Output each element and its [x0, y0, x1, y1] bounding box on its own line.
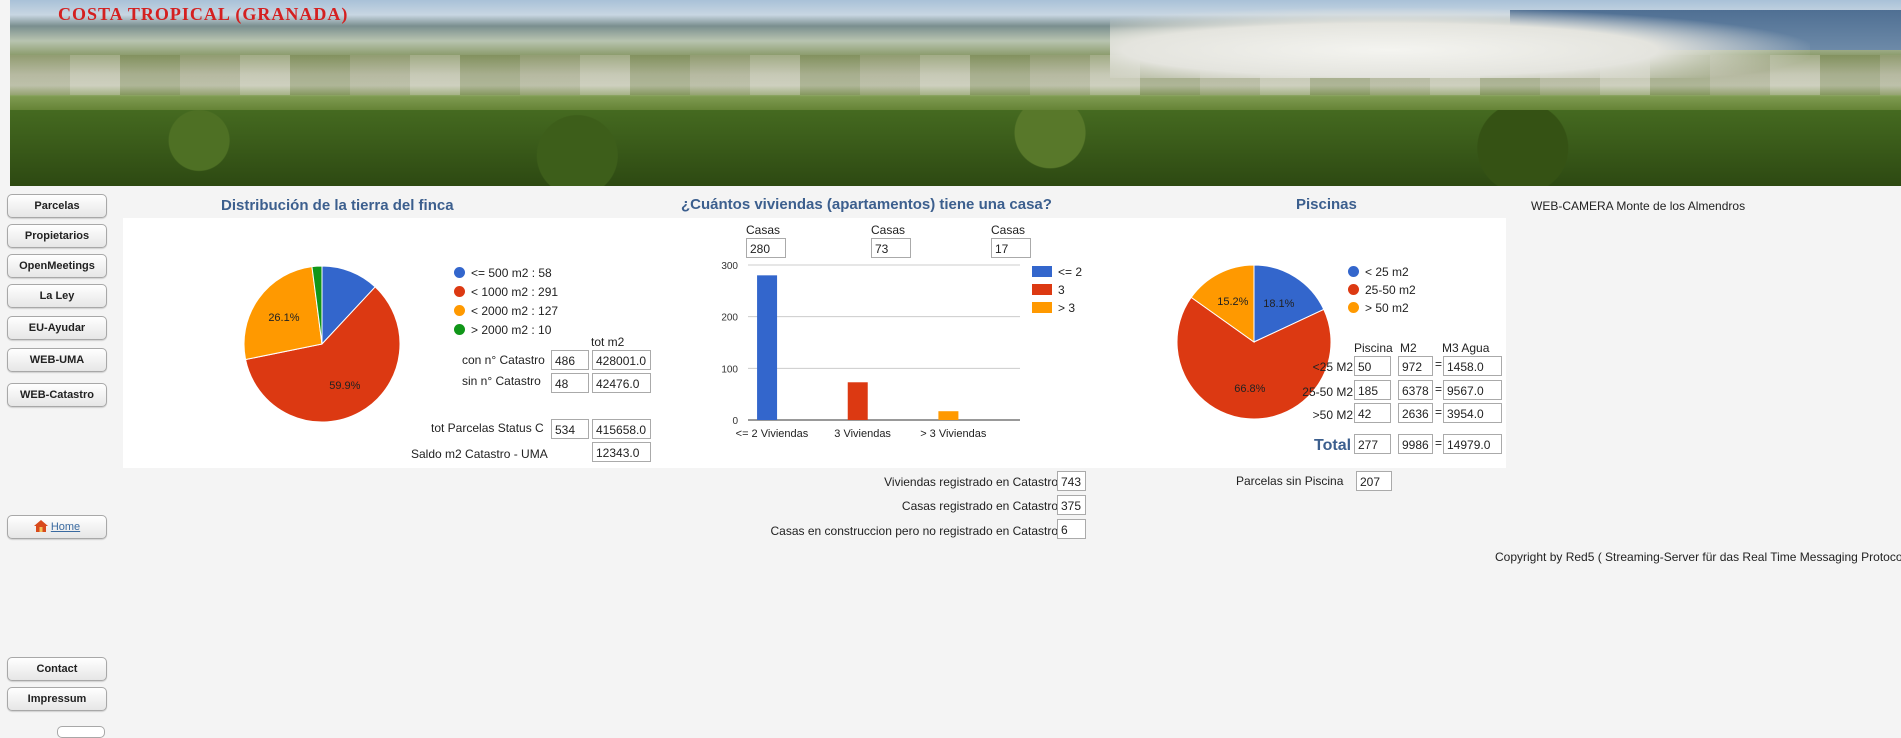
piscina-m3: 1458.0	[1443, 356, 1502, 376]
m3-header: M3 Agua	[1442, 341, 1490, 355]
nav-la-ley-button[interactable]: La Ley	[7, 284, 107, 308]
bar-y-tick-label: 200	[721, 313, 738, 324]
piscina-row-label: <25 M2	[1312, 360, 1353, 374]
sin-catastro-count: 48	[551, 373, 589, 393]
nav-eu-ayudar-button[interactable]: EU-Ayudar	[7, 316, 107, 340]
sidebar-extra-button[interactable]	[57, 726, 105, 738]
nav-web-uma-button[interactable]: WEB-UMA	[7, 348, 107, 372]
webcam-label: WEB-CAMERA Monte de los Almendros	[1531, 199, 1746, 213]
bar-y-tick-label: 0	[732, 416, 738, 427]
contact-button[interactable]: Contact	[7, 657, 107, 681]
con-catastro-count: 486	[551, 350, 589, 370]
total-m3: 14979.0	[1443, 434, 1502, 454]
header-banner-image	[10, 0, 1901, 186]
piscina-m2: 6378	[1398, 380, 1433, 400]
casas-registrado-value: 375	[1057, 495, 1086, 515]
pie2-slice-label: 66.8%	[1234, 383, 1265, 395]
casas-construccion-label: Casas en construccion pero no registrado…	[770, 524, 1059, 538]
m2-header: M2	[1400, 341, 1417, 355]
casas-registrado-label: Casas registrado en Catastro	[901, 499, 1058, 513]
piscina-m3: 9567.0	[1443, 380, 1502, 400]
bar-legend-item: <= 2	[1032, 265, 1082, 279]
bar-mark	[847, 382, 868, 420]
viviendas-registrado-value: 743	[1057, 471, 1086, 491]
nav-openmeetings-button[interactable]: OpenMeetings	[7, 254, 107, 278]
nav-propietarios-button[interactable]: Propietarios	[7, 224, 107, 248]
bar-mark	[938, 411, 959, 420]
pie2-legend-item: 25-50 m2	[1348, 283, 1416, 297]
piscina-count: 185	[1354, 380, 1391, 400]
casas-label: Casas	[991, 223, 1026, 237]
viviendas-registrado-label: Viviendas registrado en Catastro	[884, 475, 1058, 489]
home-label: Home	[50, 521, 81, 533]
bar-legend-item: > 3	[1032, 301, 1075, 315]
casas-label: Casas	[746, 223, 781, 237]
pie2-legend-item: < 25 m2	[1348, 265, 1409, 279]
equals-sign: =	[1435, 436, 1443, 450]
pie2-slice-label: 18.1%	[1263, 298, 1294, 310]
parcelas-sin-piscina-value: 207	[1356, 471, 1392, 491]
bar-x-tick-label: > 3 Viviendas	[920, 428, 987, 440]
equals-sign: =	[1435, 382, 1443, 396]
tot-parcelas-count: 534	[551, 419, 589, 439]
casas-label: Casas	[871, 223, 906, 237]
pie1-legend-item: < 2000 m2 : 127	[454, 304, 558, 318]
land-distribution-pie-chart: 59.9% 26.1%	[243, 265, 401, 423]
casas-construccion-value: 6	[1057, 519, 1086, 539]
sin-catastro-label: sin n° Catastro	[462, 374, 541, 388]
piscina-m2: 2636	[1398, 403, 1433, 423]
pie1-legend-item: <= 500 m2 : 58	[454, 266, 552, 280]
section2-title: ¿Cuántos viviendas (apartamentos) tiene …	[681, 196, 1052, 213]
tot-parcelas-m2: 415658.0	[592, 419, 651, 439]
piscina-m2: 972	[1398, 356, 1433, 376]
tot-parcelas-label: tot Parcelas Status C	[431, 421, 544, 435]
con-catastro-m2: 428001.0	[592, 350, 651, 370]
section1-title: Distribución de la tierra del finca	[221, 197, 454, 214]
pie1-legend-item: > 2000 m2 : 10	[454, 323, 551, 337]
bar-y-tick-label: 300	[721, 261, 738, 272]
equals-sign: =	[1435, 357, 1443, 371]
total-m2: 9986	[1398, 434, 1433, 454]
total-label: Total	[1314, 437, 1352, 454]
copyright-container: Copyright by Red5 ( Streaming-Server für…	[1495, 550, 1901, 564]
impressum-button[interactable]: Impressum	[7, 687, 107, 711]
piscina-row-label: 25-50 M2	[1302, 385, 1353, 399]
saldo-value: 12343.0	[592, 442, 651, 462]
parcelas-sin-piscina-label: Parcelas sin Piscina	[1236, 474, 1344, 488]
pie2-legend-item: > 50 m2	[1348, 301, 1409, 315]
bar-legend-item: 3	[1032, 283, 1065, 297]
equals-sign: =	[1435, 405, 1443, 419]
con-catastro-label: con n° Catastro	[462, 353, 545, 367]
nav-parcelas-button[interactable]: Parcelas	[7, 194, 107, 218]
piscina-header: Piscina	[1354, 341, 1393, 355]
copyright-text: Copyright by Red5 ( Streaming-Server für…	[1495, 550, 1901, 564]
pie1-legend-item: < 1000 m2 : 291	[454, 285, 558, 299]
bar-x-tick-label: 3 Viviendas	[834, 428, 891, 440]
brand-title: COSTA TROPICAL (GRANADA)	[58, 4, 349, 24]
total-count: 277	[1354, 434, 1391, 454]
sin-catastro-m2: 42476.0	[592, 373, 651, 393]
tot-m2-header: tot m2	[591, 335, 625, 349]
pie2-slice-label: 15.2%	[1217, 296, 1248, 308]
nav-web-catastro-button[interactable]: WEB-Catastro	[7, 383, 107, 407]
pie1-slice-label: 26.1%	[268, 312, 299, 324]
saldo-label: Saldo m2 Catastro - UMA	[411, 447, 548, 461]
piscina-count: 42	[1354, 403, 1391, 423]
bar-x-tick-label: <= 2 Viviendas	[736, 428, 809, 440]
section3-title: Piscinas	[1296, 196, 1357, 213]
piscina-count: 50	[1354, 356, 1391, 376]
home-icon	[33, 520, 48, 532]
piscina-m3: 3954.0	[1443, 403, 1502, 423]
piscina-row-label: >50 M2	[1312, 408, 1353, 422]
bar-mark	[757, 275, 778, 420]
home-button[interactable]: Home	[7, 515, 107, 539]
viviendas-bar-chart: 0 100 200 300 <= 2 Viviendas 3 Viviendas > 3 V…	[721, 261, 1020, 440]
bar-y-tick-label: 100	[721, 364, 738, 375]
pie1-slice-label: 59.9%	[329, 380, 360, 392]
